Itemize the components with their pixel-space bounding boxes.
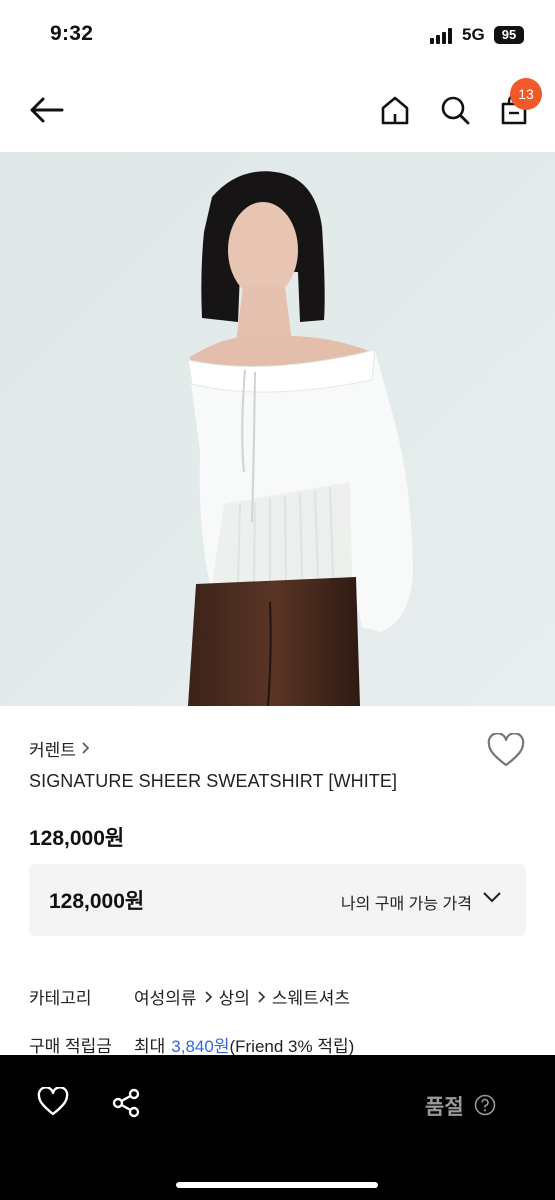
help-icon	[474, 1094, 496, 1116]
chevron-right-icon	[82, 742, 90, 754]
network-label: 5G	[462, 25, 485, 44]
bottom-action-bar: 품절	[0, 1055, 555, 1200]
category-breadcrumb: 여성의류 상의 스웨트셔츠	[134, 984, 350, 1009]
points-row: 구매 적립금 최대 3,840원 (Friend 3% 적립)	[29, 1032, 354, 1057]
search-button[interactable]	[435, 90, 475, 130]
home-icon	[381, 96, 409, 125]
sold-out-label: 품절	[425, 1096, 464, 1119]
heart-icon	[487, 732, 525, 767]
product-price: 128,000원	[29, 827, 125, 850]
status-time: 9:32	[50, 22, 94, 45]
home-indicator	[176, 1182, 378, 1188]
points-amount: 3,840원 (Friend 3% 적립)	[171, 1032, 354, 1057]
category-row: 카테고리 여성의류 상의 스웨트셔츠	[29, 984, 350, 1009]
category-item[interactable]: 스웨트셔츠	[272, 984, 350, 1009]
brand-link[interactable]: 커렌트	[29, 736, 90, 760]
category-label: 카테고리	[29, 989, 92, 1008]
status-bar: 9:32 5G 95	[0, 0, 555, 70]
top-navigation	[0, 70, 555, 152]
back-arrow-icon	[30, 97, 64, 123]
wishlist-bottom-button[interactable]	[36, 1086, 72, 1121]
cart-count-badge: 13	[510, 78, 542, 110]
product-photo	[0, 152, 555, 706]
signal-icon	[430, 28, 456, 44]
points-info: 최대 3,840원 (Friend 3% 적립)	[134, 1032, 354, 1057]
chevron-right-icon	[258, 990, 265, 1003]
points-suffix: (Friend 3% 적립)	[229, 1037, 355, 1056]
brand-name: 커렌트	[29, 740, 76, 760]
category-item[interactable]: 여성의류	[134, 984, 197, 1009]
chevron-down-icon	[483, 892, 501, 903]
heart-icon	[37, 1086, 69, 1116]
search-icon	[441, 96, 470, 125]
back-button[interactable]	[24, 90, 68, 130]
category-item[interactable]: 상의	[219, 984, 250, 1009]
chevron-right-icon	[204, 990, 212, 1003]
my-price-dropdown[interactable]: 128,000원 나의 구매 가능 가격	[29, 864, 526, 936]
sold-out-help-button[interactable]	[474, 1094, 496, 1121]
product-name: SIGNATURE SHEER SWEATSHIRT [WHITE]	[29, 771, 398, 791]
home-button[interactable]	[376, 90, 414, 130]
wishlist-button[interactable]	[486, 732, 526, 774]
points-value: 3,840원	[171, 1037, 230, 1056]
battery-indicator: 95	[494, 26, 524, 44]
product-image[interactable]	[0, 152, 555, 706]
points-prefix: 최대	[134, 1037, 166, 1056]
my-price-label: 나의 구매 가능 가격	[340, 896, 472, 913]
my-price-value: 128,000원	[49, 890, 145, 913]
share-button[interactable]	[110, 1087, 146, 1121]
points-label: 구매 적립금	[29, 1037, 112, 1056]
share-icon	[112, 1088, 140, 1118]
